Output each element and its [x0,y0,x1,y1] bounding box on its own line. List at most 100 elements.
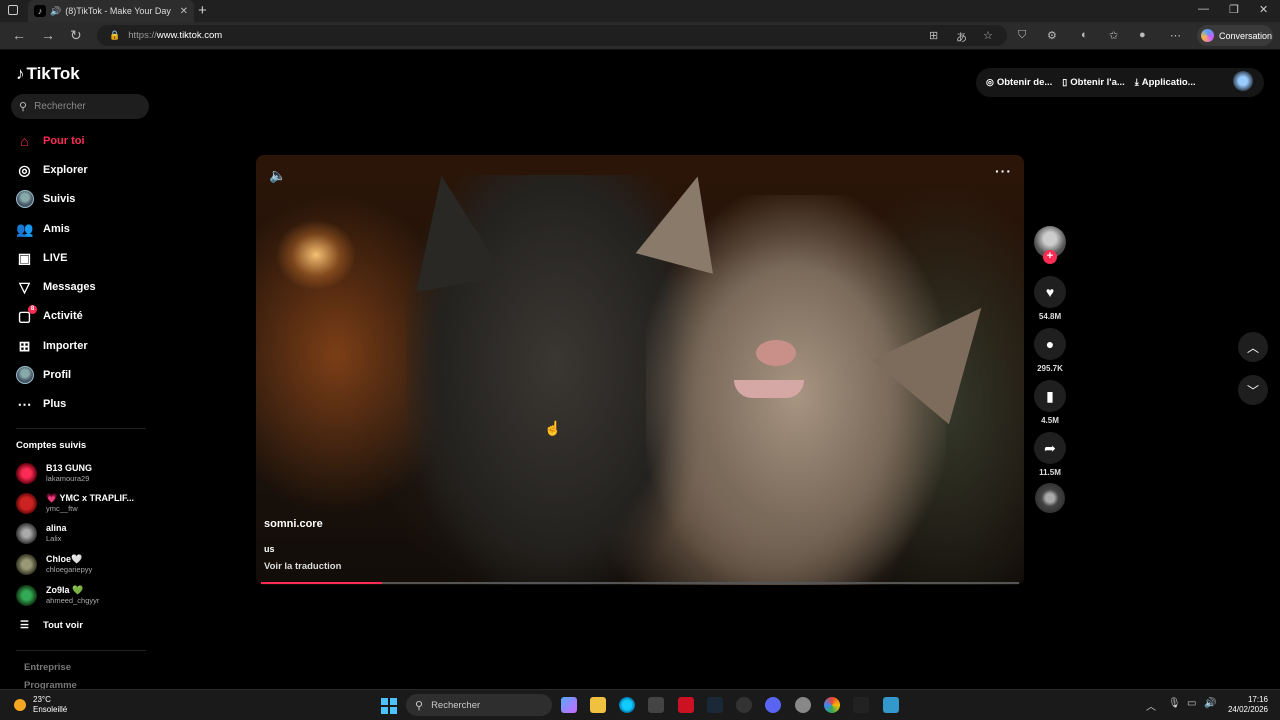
chrome-icon[interactable] [824,697,840,713]
account-name: 💗 YMC x TRAPLIF... [46,493,135,503]
sidebar-item-amis[interactable]: 👥 Amis [16,219,70,239]
get-coins-button[interactable]: ◎ Obtenir de... [986,77,1052,88]
search-icon: ⚲ [415,699,424,712]
pc-app-button[interactable]: ⤓ Applicatio... [1135,77,1196,88]
pill-label: Applicatio... [1141,77,1196,88]
sidebar-item-plus[interactable]: ⋯ Plus [16,394,67,414]
tray-overflow-icon[interactable]: ︿ [1146,698,1156,713]
follow-plus-icon[interactable]: + [1043,250,1057,264]
sidebar-item-explorer[interactable]: ◎ Explorer [16,160,87,180]
favorites-icon[interactable]: ✩ [1109,29,1118,42]
close-tab-icon[interactable]: ✕ [180,6,188,17]
new-tab-button[interactable]: + [198,2,207,19]
more-options-icon[interactable]: ··· [995,163,1012,179]
profile-icon[interactable]: ● [1139,29,1146,41]
pill-label: Obtenir l'a... [1070,77,1125,88]
browser-tab-bar: ♪ 🔊 (8)TikTok - Make Your Day ✕ + — ❐ ✕ [0,0,1280,22]
start-button[interactable] [381,698,397,714]
lock-icon[interactable]: 🔒 [109,30,120,41]
read-aloud-icon[interactable]: あ [956,29,967,45]
sidebar-item-activite[interactable]: ▢ 8 Activité [16,304,83,326]
sidebar-item-label: Pour toi [43,135,85,147]
minimize-icon[interactable]: — [1198,3,1209,15]
speaker-icon[interactable]: 🔊 [50,6,61,17]
taskbar-search[interactable]: ⚲ Rechercher [406,694,552,716]
store-icon[interactable] [648,697,664,713]
search-input[interactable]: ⚲ Rechercher [11,94,149,119]
sidebar-item-profil[interactable]: Profil [16,365,71,385]
followed-account[interactable]: Zo9la 💚 ahmeed_chgyyr [16,582,99,608]
video-author[interactable]: somni.core [264,518,323,530]
settings-more-icon[interactable]: ⋯ [1170,29,1181,42]
maximize-icon[interactable]: ❐ [1229,3,1239,16]
followed-account[interactable]: alina Lalix [16,520,67,546]
previous-video-button[interactable]: ︿ [1238,332,1268,362]
volume-tray-icon[interactable]: 🔊 [1204,698,1216,709]
app-available-icon[interactable]: ⊞ [929,29,938,42]
video-progress-bar[interactable] [261,582,1019,584]
share-icon: ➦ [1044,439,1056,456]
sidebar-item-live[interactable]: ▣ LIVE [16,248,68,268]
settings-icon[interactable] [795,697,811,713]
back-icon[interactable]: ← [12,27,26,43]
file-explorer-icon[interactable] [590,697,606,713]
comment-count: 295.7K [1037,364,1063,373]
next-video-button[interactable]: ﹀ [1238,375,1268,405]
forward-icon[interactable]: → [41,27,55,43]
followed-account[interactable]: Chloe🤍 chloegariepyy [16,551,92,577]
save-button[interactable]: ▮ [1034,380,1066,412]
footer-link[interactable]: Entreprise [24,662,71,673]
comment-button[interactable]: ● [1034,328,1066,360]
extensions-icon[interactable]: ⚙ [1047,29,1057,42]
url-scheme: https:// [128,30,157,41]
microphone-icon[interactable]: 🎙 [1168,698,1181,709]
shield-icon[interactable]: ⛉ [1018,29,1026,42]
sidebar-item-suivis[interactable]: Suivis [16,189,75,209]
sidebar-item-importer[interactable]: ⊞ Importer [16,336,88,356]
app-icon[interactable] [678,697,694,713]
sidebar-item-label: Profil [43,369,72,381]
account-handle: lakamoura29 [46,474,90,483]
account-name: Chloe🤍 [46,554,83,564]
tab-actions-icon[interactable] [8,5,18,15]
edge-icon[interactable] [619,697,635,713]
top-actions: ◎ Obtenir de... ▯ Obtenir l'a... ⤓ Applicat… [976,68,1264,97]
user-avatar[interactable] [1233,71,1253,91]
discord-icon[interactable] [765,697,781,713]
copilot-app-icon[interactable] [561,697,577,713]
save-count: 4.5M [1041,416,1059,425]
browser-tab[interactable]: ♪ 🔊 (8)TikTok - Make Your Day ✕ [28,0,194,22]
tiktok-favicon-icon: ♪ [34,5,46,17]
see-all-button[interactable]: ☰ Tout voir [20,620,83,631]
get-app-button[interactable]: ▯ Obtenir l'a... [1062,77,1124,88]
followed-account[interactable]: 💗 YMC x TRAPLIF... ymc__ftw [16,490,134,516]
music-disc-icon[interactable] [1035,483,1065,513]
refresh-icon[interactable]: ↻ [70,27,82,44]
video-player[interactable]: 🔈 ··· somni.core us Voir la traduction [256,155,1024,585]
like-button[interactable]: ♥ [1034,276,1066,308]
url-field[interactable]: 🔒 https://www.tiktok.com [97,25,1007,46]
app-icon[interactable] [736,697,752,713]
app-icon[interactable] [853,697,869,713]
clock[interactable]: 17:16 24/02/2026 [1224,695,1268,715]
translate-link[interactable]: Voir la traduction [264,561,341,572]
sidebar-item-messages[interactable]: ▽ Messages [16,277,95,297]
url-host: www.tiktok.com [156,30,223,41]
progress-fill [261,582,383,584]
favorite-star-icon[interactable]: ☆ [983,29,993,42]
steam-icon[interactable] [707,697,723,713]
activity-icon: ▢ 8 [16,304,37,325]
close-window-icon[interactable]: ✕ [1259,3,1268,16]
windows-taskbar: 23°C Ensoleillé ⚲ Rechercher ︿ 🎙 ▭ 🔊 17:1… [0,689,1280,720]
sidebar-item-pour-toi[interactable]: ⌂ Pour toi [16,131,85,151]
network-icon[interactable]: ▭ [1187,698,1196,709]
share-button[interactable]: ➦ [1034,432,1066,464]
tiktok-logo[interactable]: ♪ TikTok [16,64,80,84]
app-icon[interactable] [883,697,899,713]
weather-widget[interactable]: 23°C Ensoleillé [14,695,67,715]
split-screen-icon[interactable]: ◐ [1081,29,1088,41]
sidebar-item-label: Activité [43,310,83,322]
followed-account[interactable]: B13 GUNG lakamoura29 [16,460,92,486]
copilot-button[interactable]: Conversation [1197,25,1273,46]
volume-icon[interactable]: 🔈 [269,167,286,184]
